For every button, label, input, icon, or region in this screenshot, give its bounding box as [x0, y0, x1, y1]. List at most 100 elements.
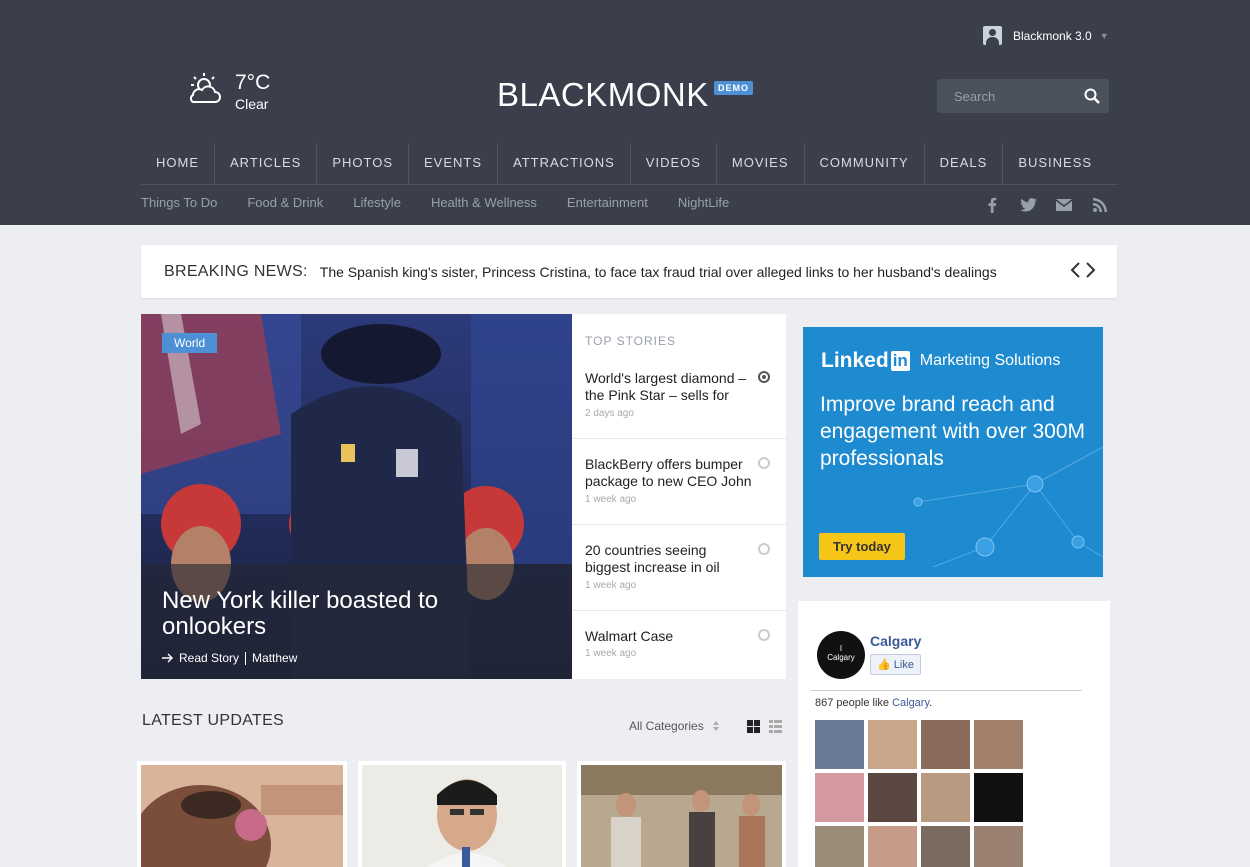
subnav-entertainment[interactable]: Entertainment	[567, 195, 648, 210]
subnav-health-wellness[interactable]: Health & Wellness	[431, 195, 537, 210]
fan-avatar[interactable]	[921, 826, 970, 867]
page-logo-line-2: Calgary	[827, 653, 855, 662]
fan-avatar[interactable]	[921, 720, 970, 769]
fan-avatar[interactable]	[815, 720, 864, 769]
grid-view-icon[interactable]	[747, 720, 760, 733]
rss-icon[interactable]	[1091, 196, 1109, 214]
list-view-icon[interactable]	[769, 720, 782, 733]
site-logo[interactable]: BLACKMONK DEMO	[497, 76, 753, 114]
search-icon[interactable]	[1075, 79, 1109, 113]
page-name[interactable]: Calgary	[870, 633, 921, 649]
cloud-sun-icon	[189, 73, 221, 103]
chevron-down-icon: ▼	[1099, 30, 1109, 41]
nav-home[interactable]: HOME	[141, 143, 215, 184]
facebook-like-box: I Calgary Calgary 👍 Like 867 people like…	[798, 601, 1110, 867]
story-indicator[interactable]	[758, 543, 770, 555]
sub-nav: Things To Do Food & Drink Lifestyle Heal…	[141, 195, 759, 210]
nav-events[interactable]: EVENTS	[409, 143, 499, 184]
fan-avatar[interactable]	[868, 773, 917, 822]
nav-articles[interactable]: ARTICLES	[215, 143, 318, 184]
fan-avatar[interactable]	[868, 720, 917, 769]
ad-tagline: Marketing Solutions	[919, 352, 1061, 369]
nav-videos[interactable]: VIDEOS	[631, 143, 717, 184]
latest-card[interactable]	[577, 761, 786, 867]
fan-avatar[interactable]	[868, 826, 917, 867]
top-stories-header: TOP STORIES	[585, 334, 677, 348]
subnav-lifestyle[interactable]: Lifestyle	[353, 195, 401, 210]
latest-card[interactable]	[131, 761, 347, 867]
weather-widget: 7°C Clear	[187, 72, 270, 112]
twitter-icon[interactable]	[1019, 196, 1037, 214]
top-story-item[interactable]: Walmart Case 1 week ago	[572, 611, 786, 679]
page-logo[interactable]: I Calgary	[817, 631, 865, 679]
like-count-page[interactable]: Calgary	[892, 697, 929, 709]
fan-avatar[interactable]	[974, 773, 1023, 822]
fan-avatar[interactable]	[815, 826, 864, 867]
social-links	[983, 196, 1127, 214]
facebook-icon[interactable]	[983, 196, 1001, 214]
story-title[interactable]: Walmart Case	[585, 628, 755, 645]
card-image	[362, 765, 562, 867]
nav-attractions[interactable]: ATTRACTIONS	[498, 143, 631, 184]
story-indicator[interactable]	[758, 371, 770, 383]
card-image	[581, 765, 782, 867]
nav-movies[interactable]: MOVIES	[717, 143, 805, 184]
top-story-item[interactable]: BlackBerry offers bumper package to new …	[572, 439, 786, 525]
linkedin-logo-icon: in	[890, 351, 910, 371]
mail-icon[interactable]	[1055, 196, 1073, 214]
chevron-left-icon[interactable]	[1069, 261, 1081, 279]
featured-story[interactable]: World New York killer boasted to onlooke…	[141, 314, 572, 679]
nav-business[interactable]: BUSINESS	[1003, 143, 1107, 184]
fan-avatar[interactable]	[815, 773, 864, 822]
story-title[interactable]: 20 countries seeing biggest increase in …	[585, 542, 755, 576]
featured-title[interactable]: New York killer boasted to onlookers	[162, 588, 492, 640]
like-count-prefix: 867 people like	[815, 697, 893, 709]
fan-avatar[interactable]	[974, 720, 1023, 769]
ad-cta-button[interactable]: Try today	[819, 533, 905, 560]
subnav-things-to-do[interactable]: Things To Do	[141, 195, 217, 210]
demo-badge: DEMO	[714, 81, 753, 95]
like-count: 867 people like Calgary.	[815, 697, 932, 709]
avatar	[983, 26, 1002, 45]
latest-updates-title: LATEST UPDATES	[142, 712, 285, 729]
fan-avatar[interactable]	[974, 826, 1023, 867]
fan-avatar[interactable]	[921, 773, 970, 822]
thumbs-up-icon: 👍	[877, 659, 891, 671]
top-story-item[interactable]: World's largest diamond – the Pink Star …	[572, 352, 786, 439]
site-header: Blackmonk 3.0 ▼ 7°C Clear BLACKMONK DEMO…	[0, 0, 1250, 225]
read-story-link[interactable]: Read Story	[179, 651, 239, 665]
subnav-nightlife[interactable]: NightLife	[678, 195, 729, 210]
page-logo-line-1: I	[839, 644, 843, 653]
top-stories-panel: TOP STORIES World's largest diamond – th…	[572, 314, 786, 679]
search-input[interactable]: Search	[954, 89, 1075, 104]
linkedin-ad[interactable]: Linked in Marketing Solutions Improve bra…	[803, 327, 1103, 577]
fan-faces	[815, 720, 1023, 867]
story-time: 2 days ago	[585, 408, 634, 419]
latest-card[interactable]	[358, 761, 566, 867]
story-title[interactable]: BlackBerry offers bumper package to new …	[585, 456, 755, 490]
main-nav: HOME ARTICLES PHOTOS EVENTS ATTRACTIONS …	[141, 143, 1118, 185]
story-time: 1 week ago	[585, 580, 637, 591]
author-name[interactable]: Matthew	[252, 651, 297, 665]
like-button[interactable]: 👍 Like	[870, 654, 921, 675]
story-indicator[interactable]	[758, 457, 770, 469]
category-filter-label: All Categories	[629, 719, 704, 733]
like-button-label: Like	[893, 659, 914, 671]
story-title[interactable]: World's largest diamond – the Pink Star …	[585, 370, 755, 404]
subnav-food-drink[interactable]: Food & Drink	[247, 195, 323, 210]
user-menu[interactable]: Blackmonk 3.0 ▼	[983, 26, 1109, 45]
arrow-right-icon	[162, 653, 173, 663]
user-name: Blackmonk 3.0	[1013, 28, 1092, 43]
weather-temp: 7°C	[235, 71, 271, 94]
top-story-item[interactable]: 20 countries seeing biggest increase in …	[572, 525, 786, 611]
chevron-right-icon[interactable]	[1085, 261, 1097, 279]
like-count-suffix: .	[929, 697, 933, 709]
story-indicator[interactable]	[758, 629, 770, 641]
category-filter[interactable]: All Categories	[629, 719, 720, 733]
nav-photos[interactable]: PHOTOS	[317, 143, 410, 184]
search-box[interactable]: Search	[937, 79, 1109, 113]
breaking-headline[interactable]: The Spanish king's sister, Princess Cris…	[320, 264, 997, 280]
nav-community[interactable]: COMMUNITY	[805, 143, 925, 184]
category-badge[interactable]: World	[162, 333, 218, 353]
nav-deals[interactable]: DEALS	[925, 143, 1004, 184]
